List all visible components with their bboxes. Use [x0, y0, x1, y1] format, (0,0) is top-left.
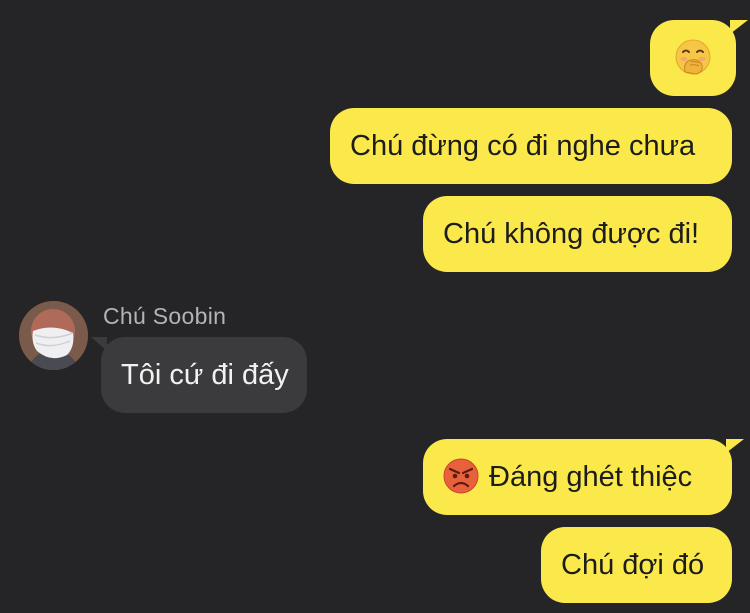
message-text: Chú đợi đó: [561, 549, 705, 581]
outgoing-message-bubble[interactable]: Chú đợi đó: [541, 527, 732, 603]
masked-person-photo-icon: [19, 301, 88, 370]
message-text: Đáng ghét thiệc: [489, 461, 693, 493]
angry-face-icon: [443, 458, 479, 494]
sender-name: Chú Soobin: [103, 303, 227, 329]
outgoing-message-bubble[interactable]: Đáng ghét thiệc: [423, 439, 744, 515]
chat-view: Chú đừng có đi nghe chưa Chú không được …: [0, 0, 750, 613]
outgoing-message-bubble[interactable]: Chú đừng có đi nghe chưa: [330, 108, 732, 184]
message-text: Tôi cứ đi đấy: [121, 359, 289, 391]
avatar[interactable]: [19, 301, 88, 370]
outgoing-message-bubble[interactable]: [650, 20, 748, 96]
message-text: Chú đừng có đi nghe chưa: [350, 130, 696, 162]
face-with-hand-over-mouth-icon: [674, 38, 712, 76]
incoming-message-bubble[interactable]: Tôi cứ đi đấy: [91, 337, 307, 413]
outgoing-message-bubble[interactable]: Chú không được đi!: [423, 196, 732, 272]
message-text: Chú không được đi!: [443, 218, 700, 250]
